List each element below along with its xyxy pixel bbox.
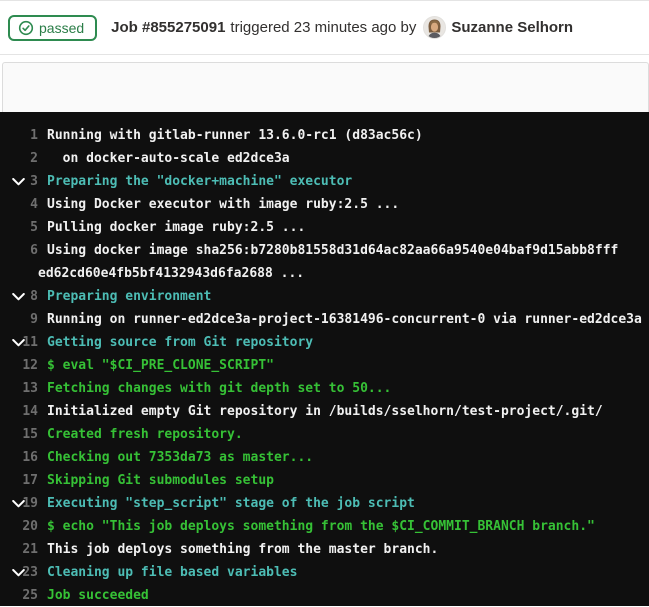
log-line: 5 Pulling docker image ruby:2.5 ... [0, 216, 649, 239]
log-line-number[interactable]: 15 [0, 423, 38, 446]
log-line-number[interactable]: 16 [0, 446, 38, 469]
log-line-number[interactable]: 2 [0, 147, 38, 170]
log-line-text[interactable]: Preparing environment [47, 285, 211, 308]
log-line-number[interactable]: 25 [0, 584, 38, 606]
log-line: 14 Initialized empty Git repository in /… [0, 400, 649, 423]
chevron-down-icon[interactable] [11, 561, 25, 584]
log-line: 2 on docker-auto-scale ed2dce3a [0, 147, 649, 170]
status-badge-label: passed [39, 20, 84, 36]
log-line-number[interactable]: 21 [0, 538, 38, 561]
chevron-down-icon[interactable] [11, 492, 25, 515]
log-line-text[interactable]: Getting source from Git repository [47, 331, 313, 354]
log-line-text: This job deploys something from the mast… [47, 538, 438, 561]
log-line-text[interactable]: Executing "step_script" stage of the job… [47, 492, 415, 515]
log-line-text: Running with gitlab-runner 13.6.0-rc1 (d… [47, 124, 423, 147]
log-line-number[interactable]: 9 [0, 308, 38, 331]
log-line: 25 Job succeeded [0, 584, 649, 606]
log-line-text: on docker-auto-scale ed2dce3a [47, 147, 290, 170]
log-section-header: 11 Getting source from Git repository [0, 331, 649, 354]
log-line: 12 $ eval "$CI_PRE_CLONE_SCRIPT" [0, 354, 649, 377]
log-line-number[interactable]: 13 [0, 377, 38, 400]
log-line: 21 This job deploys something from the m… [0, 538, 649, 561]
status-badge[interactable]: passed [8, 15, 97, 41]
log-line: 9 Running on runner-ed2dce3a-project-163… [0, 308, 649, 331]
chevron-down-icon[interactable] [11, 170, 25, 193]
log-line-text: Initialized empty Git repository in /bui… [47, 400, 603, 423]
log-line: 4 Using Docker executor with image ruby:… [0, 193, 649, 216]
log-line: 17 Skipping Git submodules setup [0, 469, 649, 492]
log-line: 13 Fetching changes with git depth set t… [0, 377, 649, 400]
log-line-text: Skipping Git submodules setup [47, 469, 274, 492]
log-line: 16 Checking out 7353da73 as master... [0, 446, 649, 469]
avatar[interactable] [423, 16, 446, 39]
log-line-text: $ echo "This job deploys something from … [47, 515, 595, 538]
log-line-number[interactable]: 17 [0, 469, 38, 492]
log-line-number[interactable]: 5 [0, 216, 38, 239]
log-line-number[interactable]: 1 [0, 124, 38, 147]
log-line: 15 Created fresh repository. [0, 423, 649, 446]
log-line-text: Using Docker executor with image ruby:2.… [47, 193, 399, 216]
chevron-down-icon[interactable] [11, 285, 25, 308]
log-section-header: 19 Executing "step_script" stage of the … [0, 492, 649, 515]
log-line-text[interactable]: Preparing the "docker+machine" executor [47, 170, 352, 193]
log-section-header: 8 Preparing environment [0, 285, 649, 308]
log-line-number[interactable]: 4 [0, 193, 38, 216]
job-log-terminal: 1 Running with gitlab-runner 13.6.0-rc1 … [0, 112, 649, 606]
job-header: passed Job #855275091 triggered 23 minut… [0, 0, 649, 55]
job-summary: Job #855275091 triggered 23 minutes ago … [111, 16, 573, 39]
log-line-text: Checking out 7353da73 as master... [47, 446, 313, 469]
log-line-number[interactable]: 12 [0, 354, 38, 377]
log-line-text: ed62cd60e4fb5bf4132943d6fa2688 ... [38, 262, 304, 285]
log-line-text: Using docker image sha256:b7280b81558d31… [47, 239, 618, 262]
triggered-text: triggered 23 minutes ago by [230, 19, 416, 36]
log-line: 6 Using docker image sha256:b7280b81558d… [0, 239, 649, 262]
log-line: ed62cd60e4fb5bf4132943d6fa2688 ... [0, 262, 649, 285]
log-line: 20 $ echo "This job deploys something fr… [0, 515, 649, 538]
log-controls-bar [2, 62, 649, 112]
log-line-number[interactable]: 14 [0, 400, 38, 423]
log-line-text: Running on runner-ed2dce3a-project-16381… [47, 308, 642, 331]
log-line-text: Job succeeded [47, 584, 149, 606]
log-line-text[interactable]: Cleaning up file based variables [47, 561, 297, 584]
log-line-number[interactable]: 6 [0, 239, 38, 262]
log-line-text: Fetching changes with git depth set to 5… [47, 377, 391, 400]
job-number[interactable]: Job #855275091 [111, 19, 225, 36]
log-line-text: $ eval "$CI_PRE_CLONE_SCRIPT" [47, 354, 274, 377]
check-circle-icon [18, 20, 34, 36]
log-line-text: Pulling docker image ruby:2.5 ... [47, 216, 305, 239]
user-name[interactable]: Suzanne Selhorn [451, 19, 573, 36]
log-section-header: 23 Cleaning up file based variables [0, 561, 649, 584]
chevron-down-icon[interactable] [11, 331, 25, 354]
log-line-text: Created fresh repository. [47, 423, 243, 446]
log-section-header: 3 Preparing the "docker+machine" executo… [0, 170, 649, 193]
log-line-number[interactable]: 20 [0, 515, 38, 538]
log-line: 1 Running with gitlab-runner 13.6.0-rc1 … [0, 124, 649, 147]
